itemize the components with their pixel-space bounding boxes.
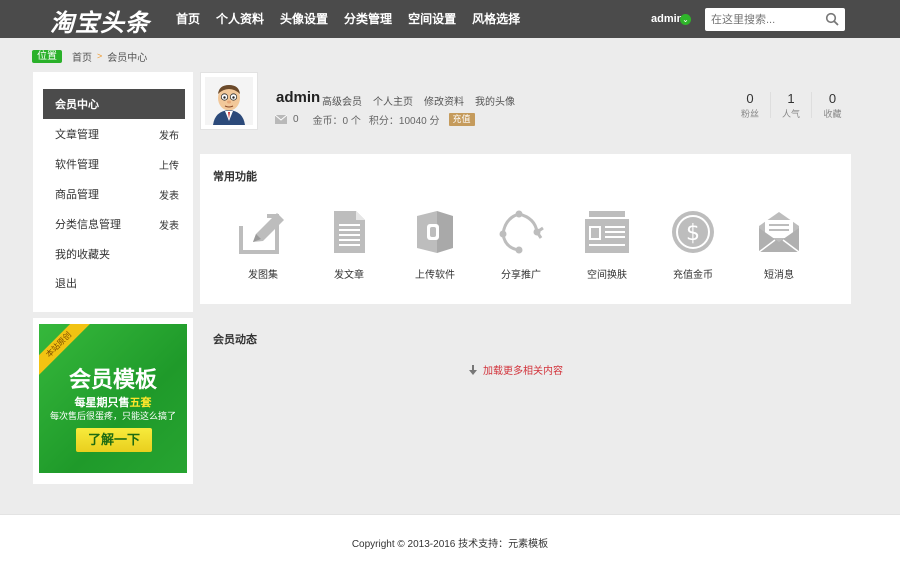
nav-space-settings[interactable]: 空间设置: [400, 0, 464, 38]
learn-more-button[interactable]: 了解一下: [76, 428, 152, 452]
site-logo[interactable]: 淘宝头条: [50, 3, 150, 38]
common-functions-panel: 常用功能 发图集 发文章 上传软件 分享推广 空间换肤 $ 充值金币 短消息: [200, 154, 851, 304]
top-bar: 淘宝头条 首页 个人资料 头像设置 分类管理 空间设置 风格选择 admin ⌄: [0, 0, 900, 38]
sidebar-item-software[interactable]: 软件管理 上传: [43, 149, 185, 179]
mail-icon: [758, 212, 800, 253]
func-share-promote[interactable]: 分享推广: [486, 210, 556, 281]
arrow-down-icon: [469, 364, 477, 375]
func-recharge-coins[interactable]: $ 充值金币: [658, 210, 728, 281]
coin-icon: $: [672, 211, 714, 253]
func-post-article[interactable]: 发文章: [314, 210, 384, 281]
load-more-link[interactable]: 加载更多相关内容: [469, 362, 563, 377]
breadcrumb-current: 会员中心: [107, 52, 148, 64]
sidebar-item-products[interactable]: 商品管理 发表: [43, 179, 185, 209]
panel-title: 常用功能: [213, 171, 257, 183]
stat-fans[interactable]: 0 粉丝: [730, 91, 771, 119]
recharge-button[interactable]: 充值: [448, 113, 475, 126]
edit-profile-link[interactable]: 修改资料: [424, 93, 464, 108]
func-label: 上传软件: [415, 270, 455, 281]
promo-card: 本站原创 会员模板 每星期只售五套 每次售后很蛋疼，只能这么搞了 了解一下: [33, 318, 193, 484]
stat-favorites[interactable]: 0 收藏: [812, 91, 853, 119]
search-icon[interactable]: [825, 12, 839, 26]
id-card-icon: [585, 211, 629, 253]
sidebar-item-action[interactable]: 发表: [159, 187, 179, 202]
func-label: 发图集: [248, 270, 278, 281]
stat-value: 0: [746, 91, 754, 106]
sidebar-item-action[interactable]: 发布: [159, 127, 179, 142]
coin-balance: 金币：0 个: [312, 116, 361, 127]
func-short-message[interactable]: 短消息: [744, 210, 814, 281]
sidebar-item-articles[interactable]: 文章管理 发布: [43, 119, 185, 149]
chevron-down-icon[interactable]: ⌄: [680, 14, 691, 25]
user-menu[interactable]: admin: [651, 13, 683, 25]
func-label: 发文章: [334, 270, 364, 281]
copyright-text: Copyright © 2013-2016 技术支持：元素模板: [351, 539, 549, 550]
stat-value: 1: [787, 91, 795, 106]
personal-home-link[interactable]: 个人主页: [373, 93, 413, 108]
load-more-label: 加载更多相关内容: [483, 366, 563, 377]
sidebar: 会员中心 文章管理 发布 软件管理 上传 商品管理 发表 分类信息管理 发表 我…: [33, 72, 193, 312]
sidebar-item-label: 退出: [55, 278, 77, 290]
search-input[interactable]: [711, 11, 823, 28]
username: admin: [276, 89, 321, 106]
stat-label: 人气: [781, 109, 800, 119]
avatar-cartoon-icon: [205, 77, 253, 125]
promo-title: 会员模板: [68, 367, 157, 392]
sidebar-item-favorites[interactable]: 我的收藏夹: [43, 239, 185, 269]
promo-banner[interactable]: 本站原创 会员模板 每星期只售五套 每次售后很蛋疼，只能这么搞了 了解一下: [39, 324, 187, 473]
main-nav: 首页 个人资料 头像设置 分类管理 空间设置 风格选择: [168, 0, 528, 38]
envelope-icon[interactable]: [275, 115, 287, 124]
sidebar-item-member-center[interactable]: 会员中心: [43, 89, 185, 119]
member-level: 高级会员: [322, 97, 362, 108]
svg-text:$: $: [686, 221, 700, 246]
activity-title: 会员动态: [213, 334, 257, 346]
sidebar-item-label: 会员中心: [55, 99, 99, 111]
sidebar-item-label: 我的收藏夹: [55, 249, 110, 261]
my-avatar-link[interactable]: 我的头像: [475, 93, 515, 108]
profile-links: 高级会员 个人主页 修改资料 我的头像: [322, 93, 515, 108]
profile-stats: 0 粉丝 1 人气 0 收藏: [730, 91, 853, 119]
stat-label: 收藏: [823, 109, 842, 119]
sidebar-item-label: 分类信息管理: [55, 219, 121, 231]
sidebar-item-label: 商品管理: [55, 189, 99, 201]
func-label: 分享推广: [501, 270, 541, 281]
sidebar-item-classifieds[interactable]: 分类信息管理 发表: [43, 209, 185, 239]
promo-subtitle: 每星期只售五套: [74, 397, 152, 409]
nav-category-manage[interactable]: 分类管理: [336, 0, 400, 38]
nav-style-select[interactable]: 风格选择: [464, 0, 528, 38]
edit-icon: [239, 212, 284, 254]
sidebar-item-label: 软件管理: [55, 159, 99, 171]
sidebar-item-action[interactable]: 上传: [159, 157, 179, 172]
breadcrumb: 位置 首页 > 会员中心: [32, 49, 148, 64]
nav-avatar-settings[interactable]: 头像设置: [272, 0, 336, 38]
nav-profile[interactable]: 个人资料: [208, 0, 272, 38]
sidebar-item-label: 文章管理: [55, 129, 99, 141]
footer: Copyright © 2013-2016 技术支持：元素模板: [0, 514, 900, 568]
nav-home[interactable]: 首页: [168, 0, 208, 38]
func-label: 充值金币: [673, 270, 713, 281]
document-icon: [334, 211, 365, 253]
func-post-gallery[interactable]: 发图集: [228, 210, 298, 281]
points-balance: 积分：10040 分: [368, 116, 440, 127]
func-upload-software[interactable]: 上传软件: [400, 210, 470, 281]
software-icon: [417, 211, 453, 253]
func-label: 空间换肤: [587, 270, 627, 281]
promo-note: 每次售后很蛋疼，只能这么搞了: [49, 411, 176, 421]
sidebar-item-action[interactable]: 发表: [159, 217, 179, 232]
location-tag: 位置: [32, 49, 62, 63]
sidebar-item-logout[interactable]: 退出: [43, 268, 185, 298]
profile-meta: 0 金币：0 个 积分：10040 分 充值: [275, 112, 475, 127]
share-icon: [499, 210, 544, 254]
message-count[interactable]: 0: [293, 114, 299, 125]
func-space-skin[interactable]: 空间换肤: [572, 210, 642, 281]
stat-label: 粉丝: [740, 109, 759, 119]
stat-popularity[interactable]: 1 人气: [771, 91, 812, 119]
func-label: 短消息: [764, 270, 794, 281]
breadcrumb-separator: >: [97, 51, 103, 61]
stat-value: 0: [828, 91, 837, 106]
breadcrumb-home[interactable]: 首页: [72, 49, 92, 64]
search-box: [705, 8, 845, 31]
avatar[interactable]: [200, 72, 258, 130]
